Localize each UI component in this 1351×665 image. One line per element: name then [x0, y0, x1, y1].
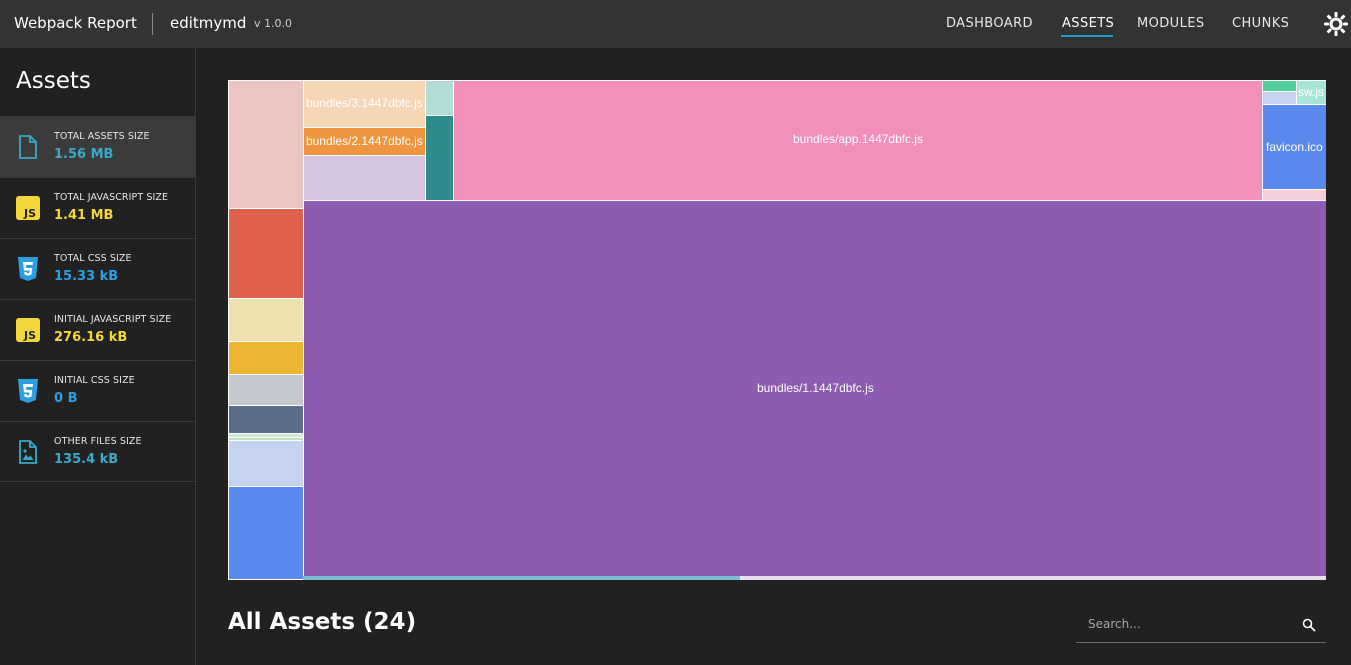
treemap-cell[interactable]	[228, 298, 304, 342]
stat-total-javascript-size[interactable]: JS TOTAL JAVASCRIPT SIZE 1.41 MB	[0, 177, 195, 238]
stat-label: INITIAL CSS SIZE	[54, 375, 135, 386]
assets-treemap: bundles/3.1447dbfc.js bundles/2.1447dbfc…	[228, 80, 1326, 580]
js-icon: JS	[16, 195, 40, 221]
stat-label: INITIAL JAVASCRIPT SIZE	[54, 314, 172, 325]
treemap-cell-bundle-2[interactable]: bundles/2.1447dbfc.js	[303, 127, 426, 156]
stat-other-files-size[interactable]: OTHER FILES SIZE 135.4 kB	[0, 421, 195, 482]
treemap-cell[interactable]	[303, 155, 426, 201]
css3-icon	[16, 378, 40, 404]
nav-dashboard[interactable]: DASHBOARD	[946, 16, 1033, 31]
project-version: v 1.0.0	[254, 17, 292, 30]
nav-modules[interactable]: MODULES	[1137, 16, 1204, 31]
stat-value: 276.16 kB	[54, 330, 128, 345]
stat-label: TOTAL JAVASCRIPT SIZE	[54, 192, 169, 203]
all-assets-title: All Assets (24)	[228, 609, 417, 635]
treemap-cell-label: bundles/3.1447dbfc.js	[306, 96, 423, 110]
stat-label: TOTAL CSS SIZE	[54, 253, 132, 264]
stat-total-css-size[interactable]: TOTAL CSS SIZE 15.33 kB	[0, 238, 195, 299]
sidebar: Assets TOTAL ASSETS SIZE 1.56 MB JS TOTA…	[0, 48, 196, 665]
active-nav-indicator	[1061, 35, 1113, 37]
treemap-cell-bundle-1[interactable]: bundles/1.1447dbfc.js	[303, 200, 1326, 578]
css3-icon	[16, 256, 40, 282]
treemap-cell-label: bundles/1.1447dbfc.js	[757, 381, 874, 395]
search-box	[1076, 605, 1326, 643]
treemap-cell[interactable]	[425, 80, 454, 116]
treemap-cell-label: favicon.ico	[1266, 140, 1323, 154]
sidebar-title: Assets	[16, 68, 91, 94]
file-icon	[16, 134, 40, 160]
treemap-cell-label: bundles/app.1447dbfc.js	[793, 132, 924, 146]
treemap-cell[interactable]	[228, 374, 304, 406]
treemap-cell-sw[interactable]: sw.js	[1296, 80, 1326, 105]
app-title[interactable]: Webpack Report	[14, 14, 137, 32]
search-input[interactable]	[1088, 615, 1288, 633]
stat-value: 135.4 kB	[54, 452, 119, 467]
svg-text:JS: JS	[23, 329, 36, 342]
stat-label: TOTAL ASSETS SIZE	[54, 131, 150, 142]
stat-value: 0 B	[54, 391, 78, 406]
nav-assets[interactable]: ASSETS	[1062, 16, 1114, 31]
treemap-cell[interactable]	[228, 440, 304, 487]
treemap-cell[interactable]	[1262, 91, 1297, 105]
treemap-cell-favicon[interactable]: favicon.ico	[1262, 104, 1326, 190]
stat-value: 15.33 kB	[54, 269, 119, 284]
top-bar: Webpack Report editmymd v 1.0.0 DASHBOAR…	[0, 0, 1351, 48]
treemap-cell[interactable]	[228, 341, 304, 375]
stat-initial-css-size[interactable]: INITIAL CSS SIZE 0 B	[0, 360, 195, 421]
treemap-cell[interactable]	[228, 80, 304, 209]
image-file-icon	[16, 439, 40, 465]
treemap-cell-app-bundle[interactable]: bundles/app.1447dbfc.js	[453, 80, 1263, 201]
treemap-cell-label: sw.js	[1298, 85, 1325, 99]
treemap-cell[interactable]	[740, 576, 1326, 580]
treemap-cell[interactable]	[425, 115, 454, 201]
stat-value: 1.56 MB	[54, 147, 114, 162]
js-icon: JS	[16, 317, 40, 343]
project-name: editmymd	[170, 14, 247, 32]
treemap-cell[interactable]	[303, 576, 741, 580]
stat-initial-javascript-size[interactable]: JS INITIAL JAVASCRIPT SIZE 276.16 kB	[0, 299, 195, 360]
stat-label: OTHER FILES SIZE	[54, 436, 142, 447]
svg-text:JS: JS	[23, 207, 36, 220]
sun-icon[interactable]	[1322, 10, 1350, 38]
nav-chunks[interactable]: CHUNKS	[1232, 16, 1289, 31]
treemap-cell-bundle-3[interactable]: bundles/3.1447dbfc.js	[303, 80, 426, 128]
stat-value: 1.41 MB	[54, 208, 114, 223]
treemap-cell[interactable]	[228, 208, 304, 299]
stat-total-assets-size[interactable]: TOTAL ASSETS SIZE 1.56 MB	[0, 116, 195, 177]
search-icon[interactable]	[1302, 617, 1316, 632]
title-divider	[152, 13, 153, 35]
treemap-cell[interactable]	[228, 486, 304, 580]
treemap-cell[interactable]	[228, 405, 304, 434]
treemap-cell-label: bundles/2.1447dbfc.js	[306, 134, 423, 148]
